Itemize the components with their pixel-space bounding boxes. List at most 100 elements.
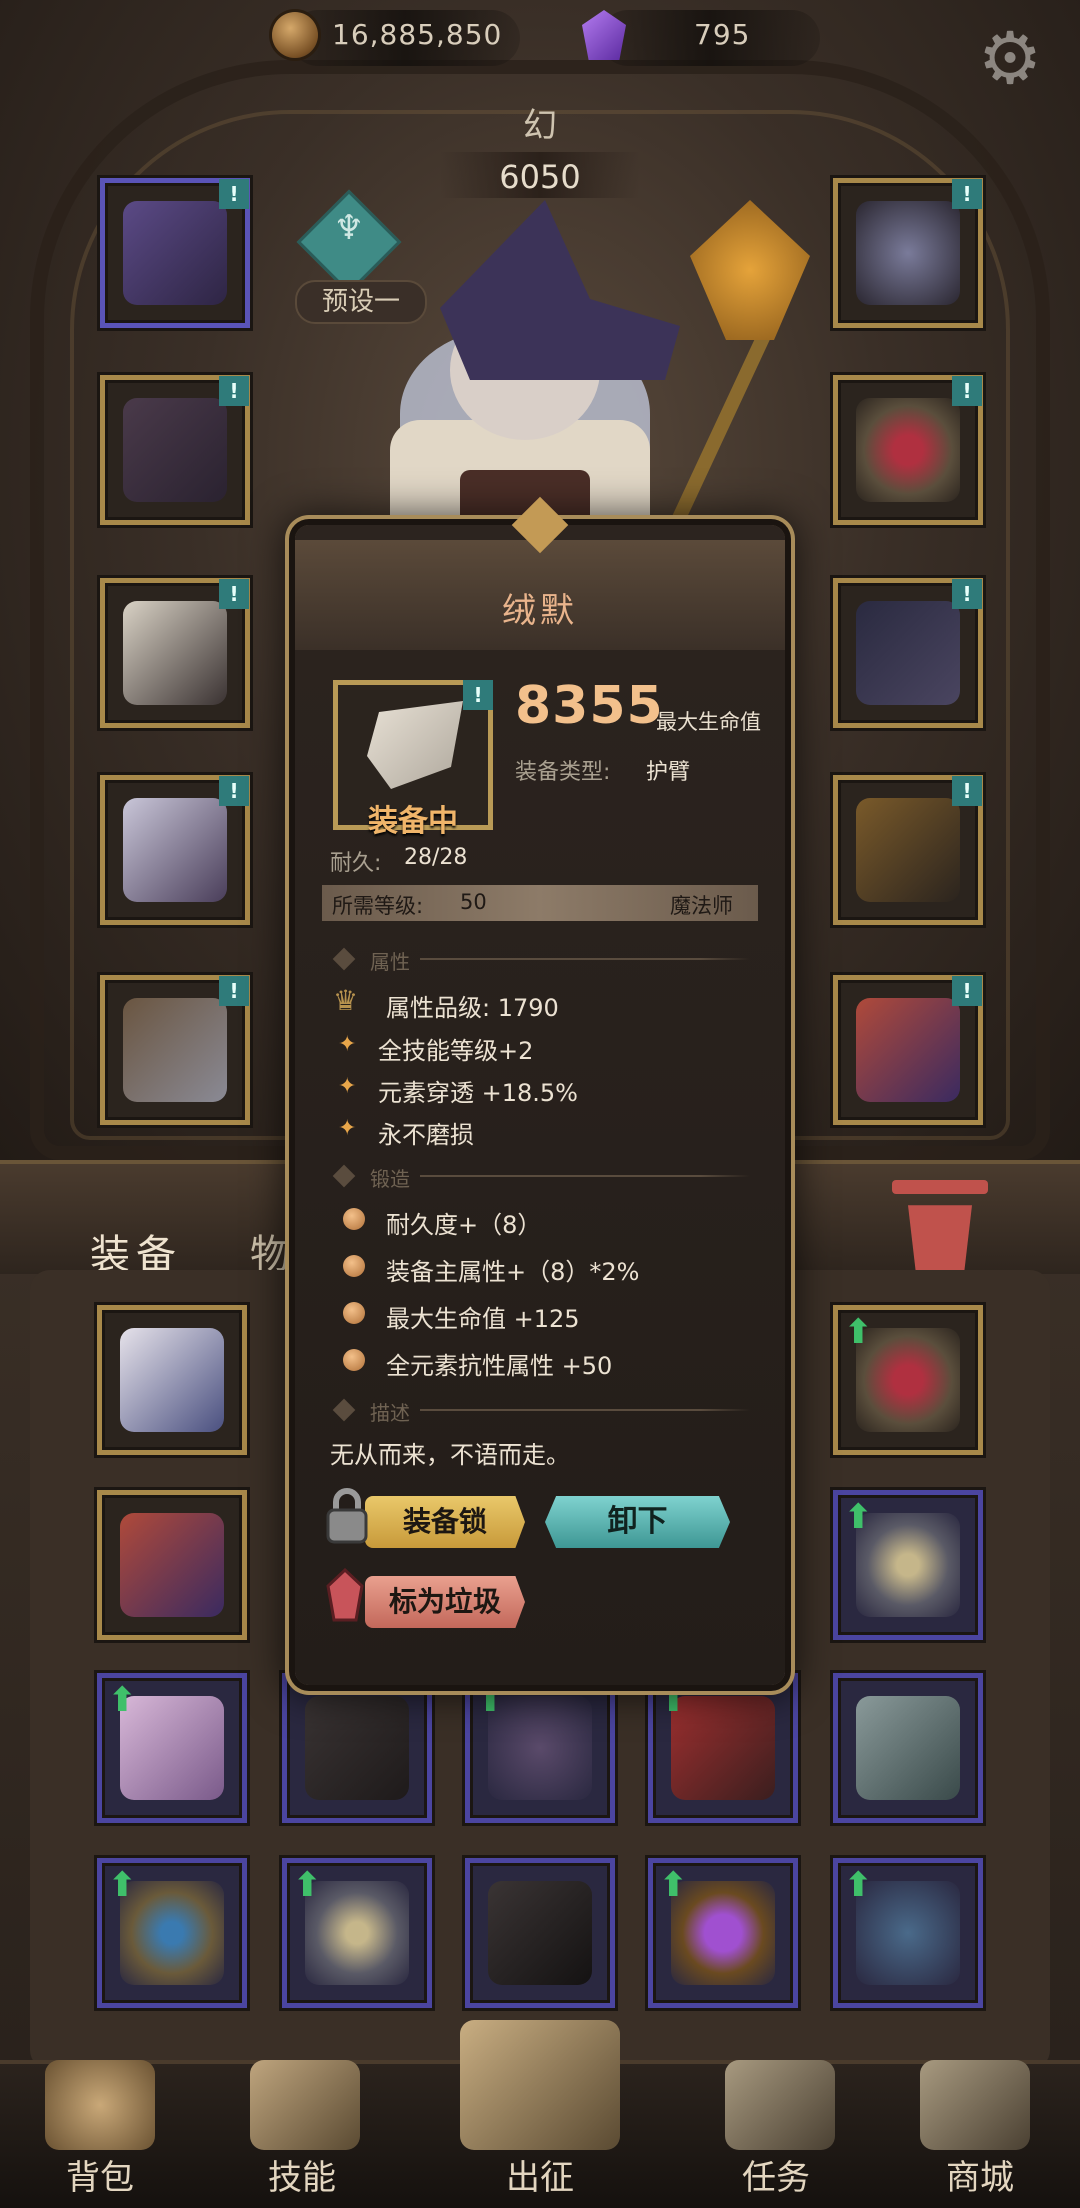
spellbook-icon <box>120 1513 224 1617</box>
durability-value: 28/28 <box>404 845 468 870</box>
nav-shop[interactable]: 商城 <box>910 2150 1050 2199</box>
skill-book-icon[interactable] <box>250 2060 360 2150</box>
attribute-line: 元素穿透 +18.5% <box>378 1079 578 1107</box>
forge-dot-icon <box>343 1349 365 1371</box>
section-divider <box>420 1175 750 1177</box>
equip-slot-armor[interactable]: ! <box>100 375 250 525</box>
gauntlet-icon <box>856 601 960 705</box>
upgrade-arrow-icon: ⬆ <box>844 1497 873 1537</box>
armor-icon <box>120 1328 224 1432</box>
new-tag-icon: ! <box>952 976 982 1006</box>
witch-hat-icon <box>123 201 227 305</box>
new-tag-icon: ! <box>219 179 249 209</box>
backpack-icon[interactable] <box>45 2060 155 2150</box>
shop-crown-icon[interactable] <box>920 2060 1030 2150</box>
equip-slot-weapon[interactable]: ! <box>833 775 983 925</box>
boots-icon <box>123 998 227 1102</box>
upgrade-arrow-icon: ⬆ <box>844 1865 873 1905</box>
item-description: 无从而来，不语而走。 <box>330 1441 570 1469</box>
boots-icon <box>305 1696 409 1800</box>
upgrade-arrow-icon: ⬆ <box>108 1865 137 1905</box>
upgrade-arrow-icon: ⬆ <box>108 1680 137 1720</box>
forge-line: 装备主属性+（8）*2% <box>386 1258 640 1286</box>
inventory-slot[interactable] <box>465 1858 615 2008</box>
new-tag-icon: ! <box>219 976 249 1006</box>
equip-slot-gloves[interactable]: ! <box>833 578 983 728</box>
equip-slot-necklace[interactable]: ! <box>833 178 983 328</box>
main-stat-value: 8355 <box>515 676 664 736</box>
bracer-icon <box>123 601 227 705</box>
equipped-label: 装备中 <box>368 804 458 839</box>
spellbook-icon <box>856 998 960 1102</box>
main-stat-name: 最大生命值 <box>656 710 761 734</box>
new-tag-icon: ! <box>952 579 982 609</box>
required-level-label: 所需等级: <box>332 894 424 918</box>
forge-dot-icon <box>343 1302 365 1324</box>
inventory-slot[interactable]: ⬆ <box>648 1673 798 1823</box>
boots-icon <box>488 1881 592 1985</box>
new-tag-icon: ! <box>952 376 982 406</box>
inventory-slot[interactable]: ⬆ <box>648 1858 798 2008</box>
lock-icon <box>326 1488 368 1544</box>
ring-icon <box>856 398 960 502</box>
attribute-star-icon: ✦ <box>338 1032 357 1057</box>
forge-line: 耐久度+（8） <box>386 1211 542 1239</box>
nav-backpack[interactable]: 背包 <box>30 2150 170 2199</box>
attribute-line: 全技能等级+2 <box>378 1037 534 1065</box>
upgrade-arrow-icon: ⬆ <box>293 1865 322 1905</box>
equip-slot-hat[interactable]: ! <box>100 178 250 328</box>
inventory-slot[interactable] <box>97 1305 247 1455</box>
inventory-slot[interactable]: ⬆ <box>97 1858 247 2008</box>
quest-scroll-icon[interactable] <box>725 2060 835 2150</box>
attribute-star-icon: ✦ <box>338 1074 357 1099</box>
upgrade-arrow-icon: ⬆ <box>659 1865 688 1905</box>
grade-crown-icon: ♛ <box>333 984 359 1017</box>
coat-icon <box>123 398 227 502</box>
section-divider <box>420 958 750 960</box>
nav-skills[interactable]: 技能 <box>232 2150 372 2199</box>
section-attributes-title: 属性 <box>370 950 410 974</box>
preset-emblem-icon: ♆ <box>333 208 365 248</box>
equip-lock-button[interactable]: 装备锁 <box>365 1496 525 1548</box>
preset-button[interactable]: 预设一 <box>295 280 427 324</box>
new-tag-icon: ! <box>219 376 249 406</box>
required-class: 魔法师 <box>670 894 733 918</box>
forge-dot-icon <box>343 1208 365 1230</box>
mark-junk-button[interactable]: 标为垃圾 <box>365 1576 525 1628</box>
forge-line: 全元素抗性属性 +50 <box>386 1352 613 1380</box>
attribute-star-icon: ✦ <box>338 1116 357 1141</box>
equip-slot-boots[interactable]: ! <box>100 975 250 1125</box>
forge-line: 最大生命值 +125 <box>386 1305 580 1333</box>
equip-slot-ring-1[interactable]: ! <box>833 375 983 525</box>
inventory-slot[interactable] <box>282 1673 432 1823</box>
staff-weapon-icon <box>856 798 960 902</box>
equip-slot-offhand[interactable]: ! <box>833 975 983 1125</box>
inventory-slot[interactable]: ⬆ <box>833 1490 983 1640</box>
inventory-slot[interactable]: ⬆ <box>97 1673 247 1823</box>
coin-icon <box>272 12 318 58</box>
attribute-line: 永不磨损 <box>378 1121 474 1149</box>
unequip-button[interactable]: 卸下 <box>545 1496 730 1548</box>
new-tag-icon: ! <box>463 680 493 710</box>
inventory-slot[interactable] <box>97 1490 247 1640</box>
new-tag-icon: ! <box>952 179 982 209</box>
inventory-slot[interactable]: ⬆ <box>833 1858 983 2008</box>
forge-dot-icon <box>343 1255 365 1277</box>
expedition-sword-icon[interactable] <box>460 2020 620 2150</box>
inventory-slot[interactable]: ⬆ <box>833 1305 983 1455</box>
combat-power: 6050 <box>499 158 581 196</box>
equip-slot-pants[interactable]: ! <box>100 775 250 925</box>
gear-icon[interactable]: ⚙ <box>972 20 1048 96</box>
inventory-slot[interactable] <box>833 1673 983 1823</box>
inventory-slot[interactable]: ⬆ <box>465 1673 615 1823</box>
nav-quests[interactable]: 任务 <box>706 2150 846 2199</box>
section-desc-title: 描述 <box>370 1401 410 1425</box>
equip-type-label: 装备类型: <box>515 760 611 785</box>
nav-expedition[interactable]: 出征 <box>470 2150 610 2199</box>
gold-amount: 16,885,850 <box>332 18 503 51</box>
item-name: 绒默 <box>502 591 578 631</box>
class-name: 幻 <box>523 106 557 146</box>
equip-slot-bracer[interactable]: ! <box>100 578 250 728</box>
section-forge-title: 锻造 <box>370 1167 410 1191</box>
inventory-slot[interactable]: ⬆ <box>282 1858 432 2008</box>
